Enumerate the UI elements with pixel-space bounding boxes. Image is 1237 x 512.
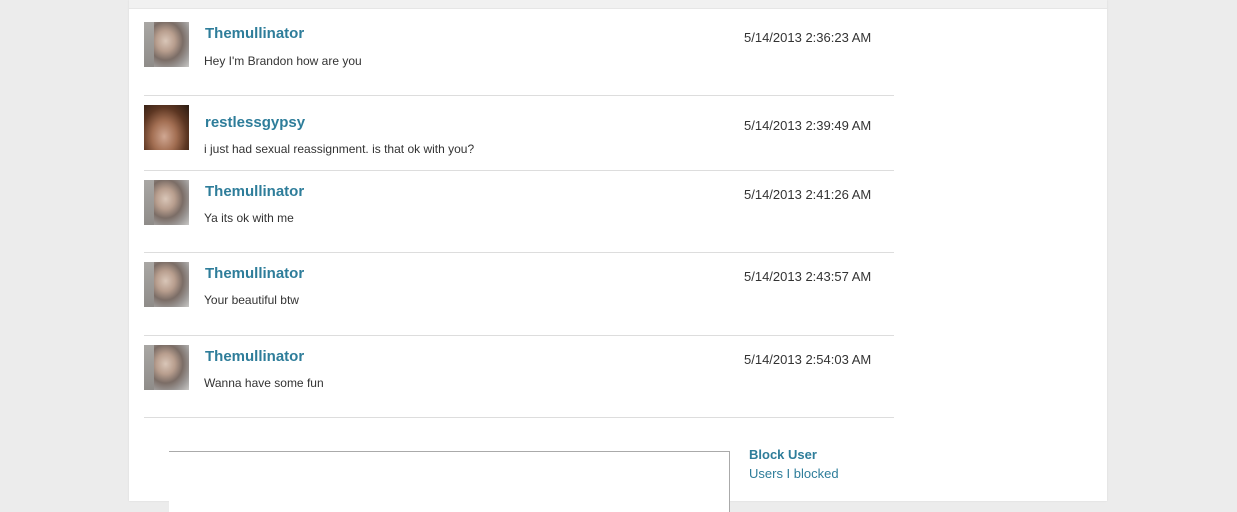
avatar[interactable] [144,105,189,150]
message-item: Themullinator 5/14/2013 2:41:26 AM Ya it… [144,171,894,253]
avatar[interactable] [144,22,189,67]
message-item: restlessgypsy 5/14/2013 2:39:49 AM i jus… [144,96,894,171]
message-item: Themullinator 5/14/2013 2:43:57 AM Your … [144,253,894,336]
avatar[interactable] [144,345,189,390]
message-item: Themullinator 5/14/2013 2:36:23 AM Hey I… [144,9,894,96]
message-thread: Themullinator 5/14/2013 2:36:23 AM Hey I… [144,9,894,418]
message-username[interactable]: Themullinator [205,183,304,200]
avatar[interactable] [144,262,189,307]
message-timestamp: 5/14/2013 2:36:23 AM [744,30,872,45]
message-timestamp: 5/14/2013 2:41:26 AM [744,187,872,202]
message-item: Themullinator 5/14/2013 2:54:03 AM Wanna… [144,336,894,418]
message-text: Your beautiful btw [204,293,299,307]
block-links: Block User Users I blocked [749,447,839,481]
message-text: Wanna have some fun [204,376,324,390]
message-text: Ya its ok with me [204,211,294,225]
avatar[interactable] [144,180,189,225]
block-user-link[interactable]: Block User [749,447,839,462]
reply-textarea[interactable] [169,451,730,512]
message-username[interactable]: restlessgypsy [205,114,305,131]
users-blocked-link[interactable]: Users I blocked [749,466,839,481]
message-username[interactable]: Themullinator [205,265,304,282]
message-text: Hey I'm Brandon how are you [204,54,362,68]
message-timestamp: 5/14/2013 2:39:49 AM [744,118,872,133]
message-username[interactable]: Themullinator [205,25,304,42]
message-timestamp: 5/14/2013 2:43:57 AM [744,269,872,284]
message-timestamp: 5/14/2013 2:54:03 AM [744,352,872,367]
message-username[interactable]: Themullinator [205,348,304,365]
message-thread-page: Themullinator 5/14/2013 2:36:23 AM Hey I… [129,0,1107,512]
top-strip [129,0,1107,9]
message-text: i just had sexual reassignment. is that … [204,142,475,156]
